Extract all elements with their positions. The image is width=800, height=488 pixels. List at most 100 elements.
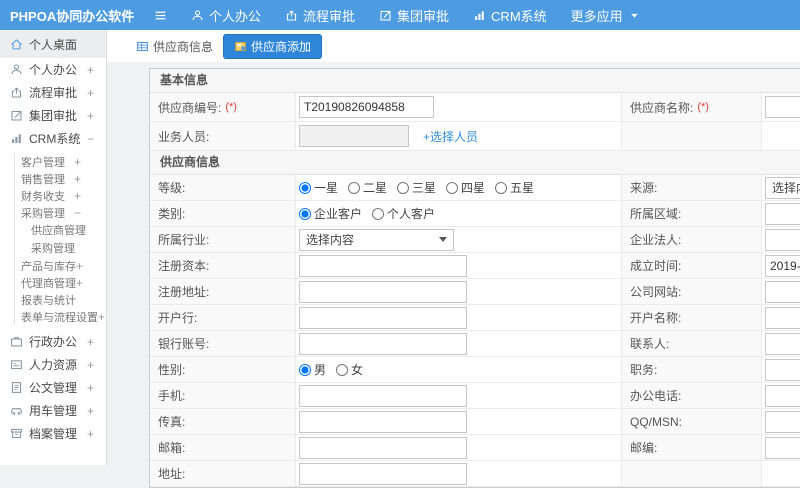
menu-more-apps-label: 更多应用 bbox=[570, 8, 623, 24]
grade-radio-1[interactable] bbox=[348, 181, 361, 194]
sidebar-item-reports-label: 报表与统计 bbox=[21, 294, 76, 307]
website-input[interactable] bbox=[765, 280, 800, 303]
source-select[interactable]: 选择内容 bbox=[765, 176, 800, 199]
sidebar-item-personal-desktop[interactable]: 个人桌面 bbox=[0, 30, 106, 58]
sidebar-item-purchasing[interactable]: 采购管理 bbox=[15, 239, 106, 257]
gender-option-1[interactable]: 女 bbox=[336, 361, 363, 378]
sidebar-item-agent-mgmt[interactable]: 代理商管理 + bbox=[15, 274, 106, 291]
sidebar-item-crm[interactable]: CRM系统 − bbox=[0, 127, 106, 150]
sidebar-item-document-mgmt[interactable]: 公文管理 + bbox=[0, 376, 106, 399]
tab-supplier-add[interactable]: 供应商添加 bbox=[223, 33, 323, 59]
registered-address-input[interactable] bbox=[299, 280, 467, 303]
expand-toggle[interactable]: + bbox=[87, 404, 94, 418]
expand-toggle[interactable]: + bbox=[76, 259, 83, 273]
sidebar-item-admin-office[interactable]: 行政办公 + bbox=[0, 330, 106, 353]
category-radio-0[interactable] bbox=[299, 207, 311, 220]
sidebar-item-hr[interactable]: 人力资源 + bbox=[0, 353, 106, 376]
choose-staff-link[interactable]: +选择人员 bbox=[423, 128, 478, 145]
registered-address-field-cell bbox=[296, 279, 622, 304]
expand-toggle[interactable]: + bbox=[87, 335, 94, 349]
sidebar-item-group-approval[interactable]: 集团审批 + bbox=[0, 104, 106, 127]
registered-capital-input[interactable] bbox=[299, 254, 467, 277]
fax-input[interactable] bbox=[299, 410, 467, 433]
menu-more-apps[interactable]: 更多应用 bbox=[571, 6, 641, 25]
category-radio-1[interactable] bbox=[372, 207, 385, 220]
expand-toggle[interactable]: + bbox=[87, 427, 94, 441]
sidebar-item-reports[interactable]: 报表与统计 bbox=[15, 291, 106, 308]
menu-crm[interactable]: CRM系统 bbox=[473, 6, 547, 25]
tab-supplier-add-label: 供应商添加 bbox=[251, 39, 312, 54]
position-input[interactable] bbox=[765, 358, 800, 381]
grade-option-1[interactable]: 二星 bbox=[348, 179, 387, 196]
sidebar-item-workflow-approval[interactable]: 流程审批 + bbox=[0, 81, 106, 104]
supplier-name-input[interactable] bbox=[765, 96, 800, 118]
sidebar-item-sales-mgmt[interactable]: 销售管理 + bbox=[15, 170, 106, 187]
industry-select[interactable]: 选择内容 bbox=[299, 228, 454, 251]
office-phone-input[interactable] bbox=[765, 384, 800, 407]
category-option-label: 个人客户 bbox=[387, 207, 436, 221]
sidebar-item-archive-mgmt[interactable]: 档案管理 + bbox=[0, 422, 106, 445]
grade-option-0[interactable]: 一星 bbox=[299, 179, 338, 196]
gender-radio-0[interactable] bbox=[299, 363, 311, 376]
flow-icon bbox=[286, 10, 297, 20]
sidebar-item-finance[interactable]: 财务收支 + bbox=[15, 187, 106, 204]
grade-radio-0[interactable] bbox=[299, 181, 311, 194]
collapse-menu-button[interactable] bbox=[154, 9, 167, 22]
expand-toggle[interactable]: + bbox=[74, 155, 81, 169]
sidebar-item-customer-mgmt[interactable]: 客户管理 + bbox=[15, 153, 106, 170]
tab-supplier-info[interactable]: 供应商信息 bbox=[134, 35, 215, 58]
expand-toggle[interactable]: + bbox=[74, 172, 81, 186]
category-option-0[interactable]: 企业客户 bbox=[299, 205, 362, 222]
mobile-label-cell: 手机: bbox=[150, 383, 296, 408]
grade-option-4[interactable]: 五星 bbox=[495, 179, 534, 196]
menu-group-approval[interactable]: 集团审批 bbox=[379, 6, 449, 25]
expand-toggle[interactable]: + bbox=[98, 310, 105, 324]
content-area: 供应商信息供应商添加 基本信息供应商编号:(*)供应商名称:(*)业务人员:+选… bbox=[107, 30, 800, 488]
gender-radio-1[interactable] bbox=[336, 363, 349, 376]
menu-workflow-approval[interactable]: 流程审批 bbox=[285, 6, 355, 25]
sidebar-item-purchase-mgmt[interactable]: 采购管理 − bbox=[15, 204, 106, 221]
category-option-1[interactable]: 个人客户 bbox=[372, 205, 435, 222]
expand-toggle[interactable]: + bbox=[74, 189, 81, 203]
supplier-code-input[interactable] bbox=[299, 96, 434, 118]
supplier-code-field-cell bbox=[296, 93, 622, 121]
sidebar-item-personal-office[interactable]: 个人办公 + bbox=[0, 58, 106, 81]
sidebar-item-product-inventory-label: 产品与库存 bbox=[21, 260, 76, 273]
sidebar-item-vehicle-mgmt[interactable]: 用车管理 + bbox=[0, 399, 106, 422]
expand-toggle[interactable]: + bbox=[87, 109, 94, 123]
qq-msn-input[interactable] bbox=[765, 410, 800, 433]
empty-label-cell bbox=[622, 122, 762, 150]
expand-toggle[interactable]: + bbox=[87, 63, 94, 77]
menu-personal-office[interactable]: 个人办公 bbox=[191, 6, 261, 25]
sidebar-item-customer-mgmt-label: 客户管理 bbox=[21, 156, 65, 169]
region-input[interactable] bbox=[765, 202, 800, 225]
expand-toggle[interactable]: − bbox=[87, 132, 94, 146]
grade-option-3[interactable]: 四星 bbox=[446, 179, 485, 196]
sidebar-item-form-workflow-settings[interactable]: 表单与流程设置 + bbox=[15, 308, 106, 325]
expand-toggle[interactable]: − bbox=[74, 206, 81, 220]
deposit-bank-input[interactable] bbox=[299, 306, 467, 329]
expand-toggle[interactable]: + bbox=[87, 381, 94, 395]
expand-toggle[interactable]: + bbox=[87, 86, 94, 100]
sidebar-item-workflow-approval-label: 流程审批 bbox=[29, 86, 78, 100]
account-name-input[interactable] bbox=[765, 306, 800, 329]
form-row: 邮箱: 邮编: bbox=[150, 435, 800, 461]
address-input[interactable] bbox=[299, 462, 467, 485]
sidebar-item-supplier-mgmt[interactable]: 供应商管理 bbox=[15, 221, 106, 239]
grade-radio-3[interactable] bbox=[446, 181, 459, 194]
gender-option-0[interactable]: 男 bbox=[299, 361, 326, 378]
postcode-input[interactable] bbox=[765, 436, 800, 459]
sidebar-item-product-inventory[interactable]: 产品与库存 + bbox=[15, 257, 106, 274]
grade-radio-2[interactable] bbox=[397, 181, 410, 194]
legal-person-input[interactable] bbox=[765, 228, 800, 251]
grade-radio-4[interactable] bbox=[495, 181, 508, 194]
grade-option-2[interactable]: 三星 bbox=[397, 179, 436, 196]
bank-account-input[interactable] bbox=[299, 332, 467, 355]
mobile-input[interactable] bbox=[299, 384, 467, 407]
expand-toggle[interactable]: + bbox=[76, 276, 83, 290]
expand-toggle[interactable]: + bbox=[87, 358, 94, 372]
business-staff-input[interactable] bbox=[299, 125, 409, 147]
founded-date-input[interactable] bbox=[765, 254, 800, 277]
contact-person-input[interactable] bbox=[765, 332, 800, 355]
email-input[interactable] bbox=[299, 436, 467, 459]
